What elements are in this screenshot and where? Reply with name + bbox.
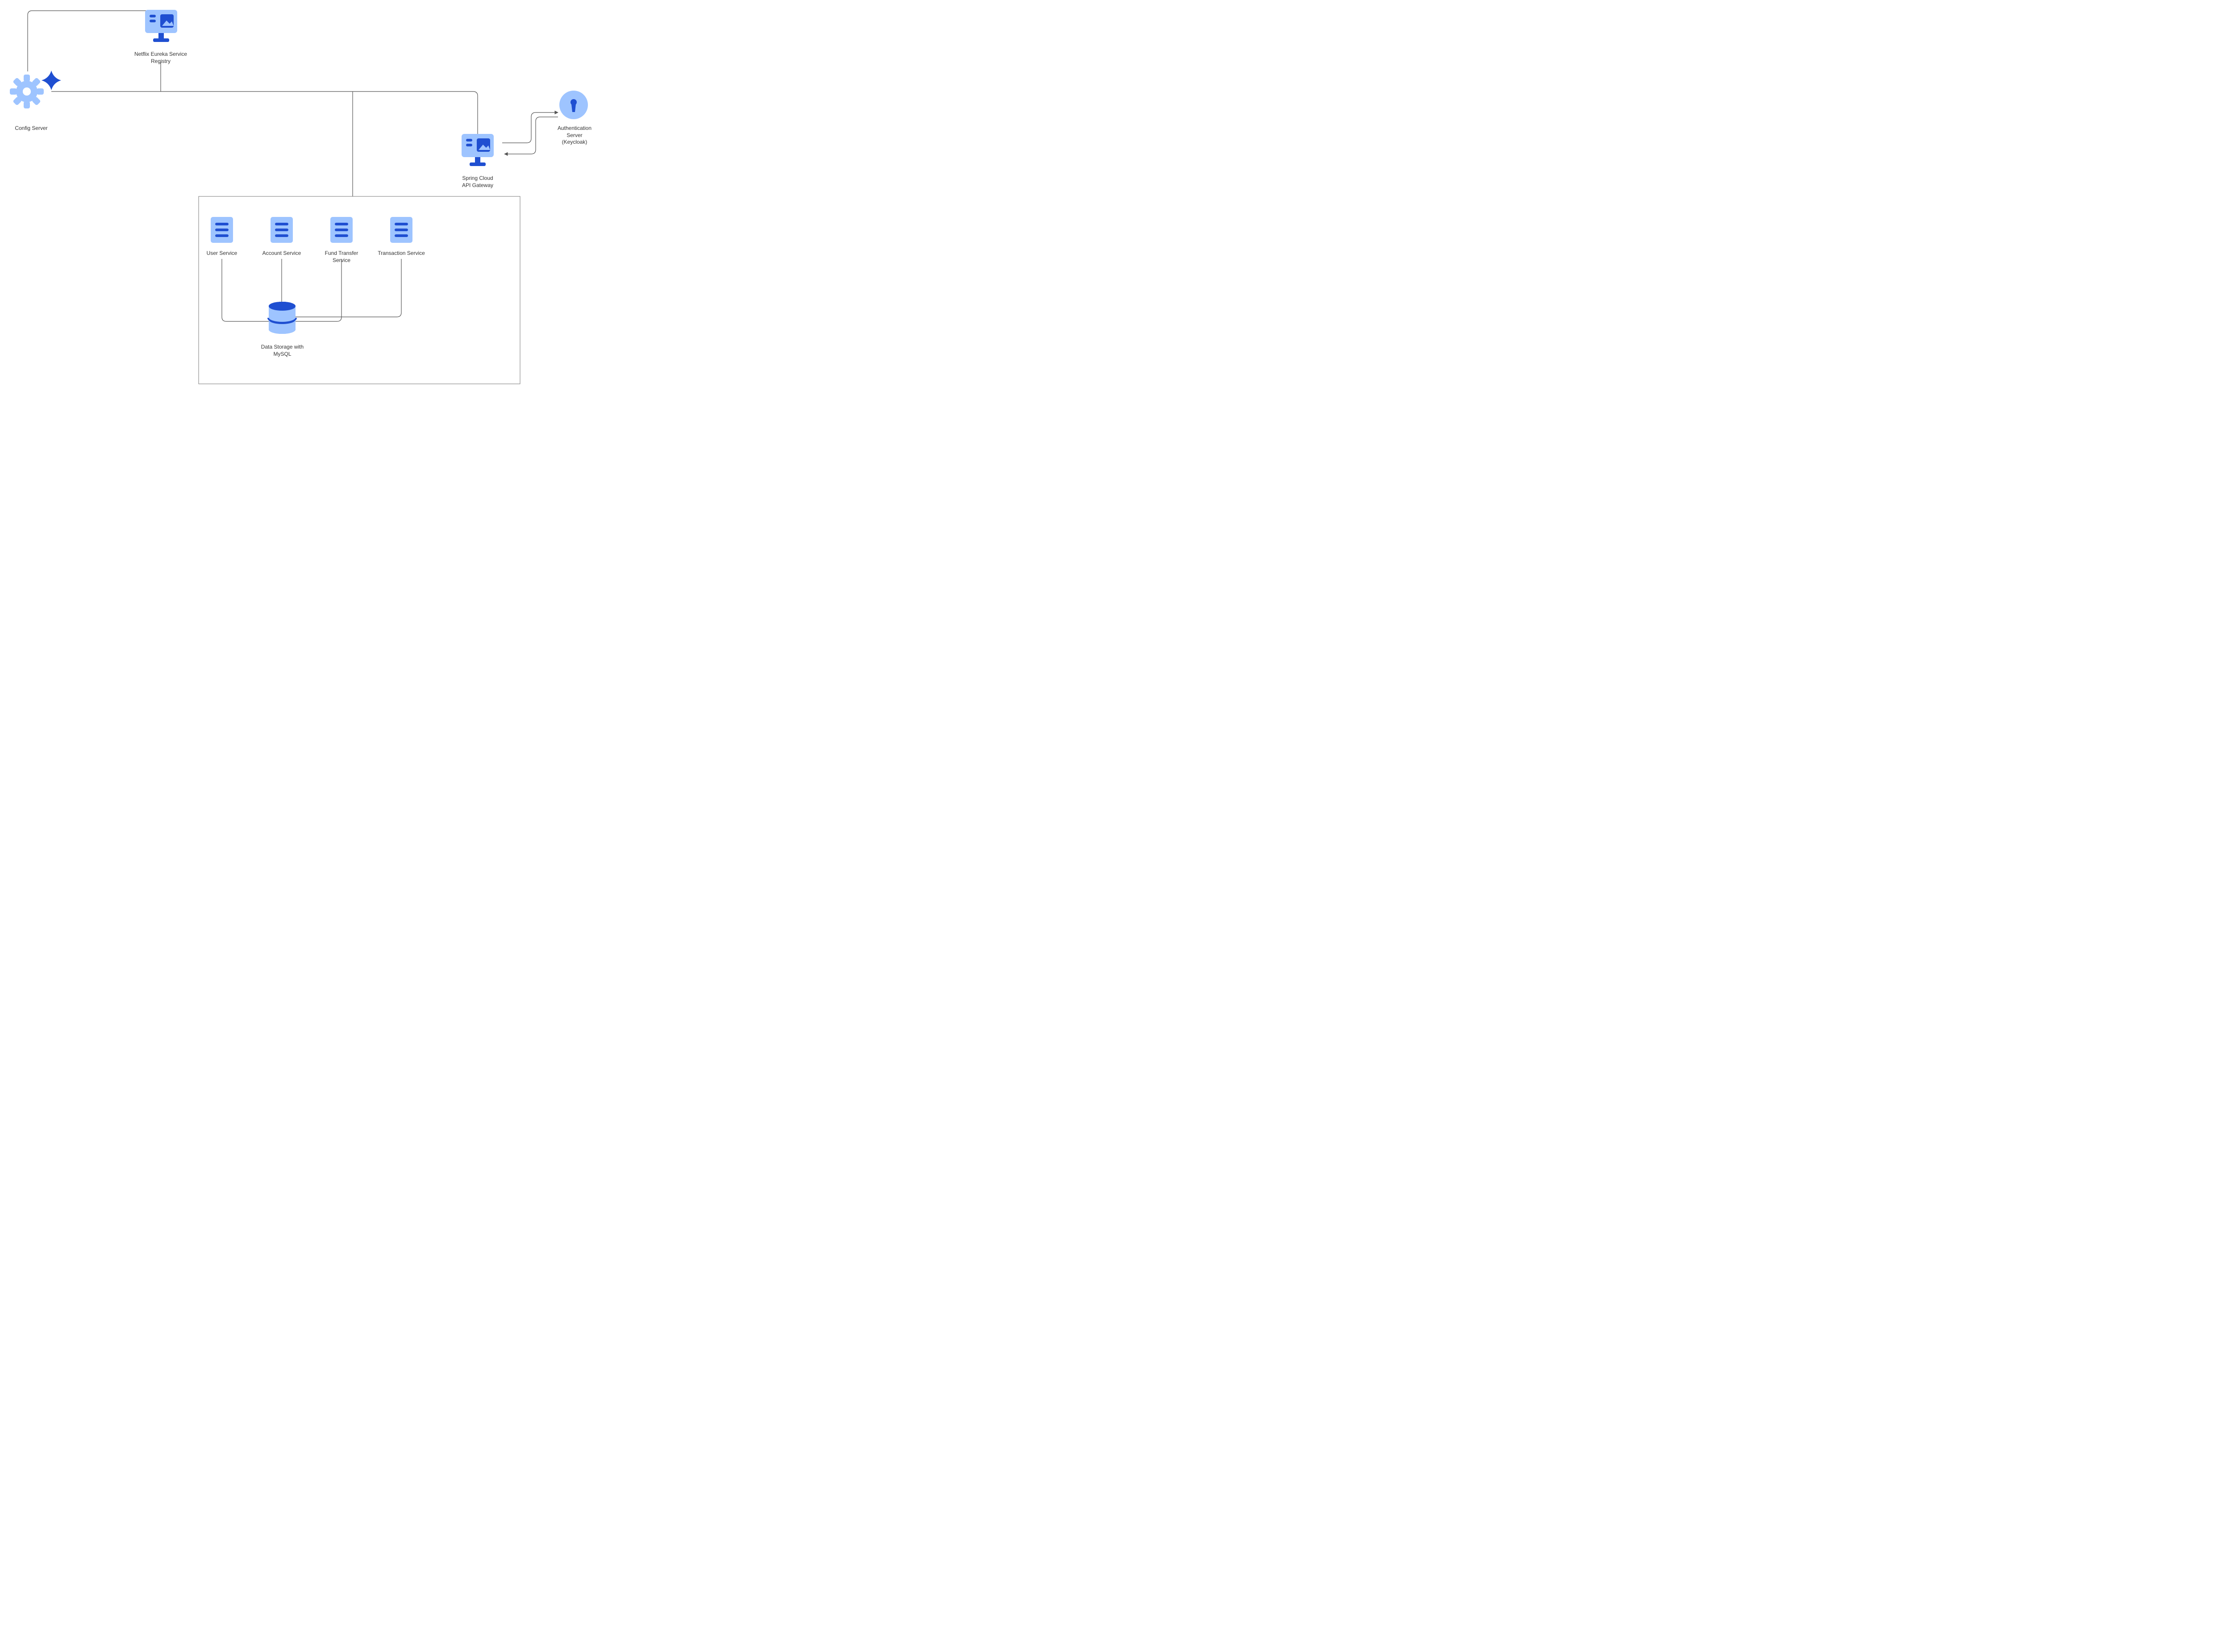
account-service-label: Account Service — [259, 250, 304, 257]
data-storage-label: Data Storage with MySQL — [257, 344, 308, 358]
api-gateway-monitor-icon — [462, 134, 494, 166]
account-service-icon — [271, 217, 293, 243]
edge-transaction-to-db — [295, 259, 401, 317]
transaction-service-label: Transaction Service — [376, 250, 426, 257]
eureka-label: Netflix Eureka Service Registry — [129, 51, 192, 65]
api-gateway-label: Spring Cloud API Gateway — [455, 175, 500, 189]
edge-gateway-to-auth — [502, 112, 558, 143]
services-container — [199, 196, 520, 384]
auth-keyhole-icon — [559, 91, 588, 119]
config-server-icon — [3, 67, 61, 115]
edge-bus-to-gateway — [51, 92, 478, 134]
transaction-service-icon — [390, 217, 412, 243]
diagram-canvas: Config Server Netflix Eureka Service Reg… — [0, 0, 647, 411]
fund-transfer-service-label: Fund Transfer Service — [321, 250, 362, 264]
user-service-label: User Service — [202, 250, 242, 257]
user-service-icon — [211, 217, 233, 243]
auth-server-label: Authentication Server (Keycloak) — [552, 125, 597, 146]
edge-user-to-db — [222, 259, 270, 321]
fund-transfer-service-icon — [330, 217, 353, 243]
diagram-svg — [0, 0, 647, 411]
eureka-monitor-icon — [145, 10, 177, 42]
database-icon-outline — [269, 302, 296, 334]
edge-fund-to-db — [295, 259, 341, 321]
config-server-label: Config Server — [4, 125, 58, 132]
database-icon — [269, 302, 296, 334]
edge-auth-to-gateway — [504, 117, 558, 154]
